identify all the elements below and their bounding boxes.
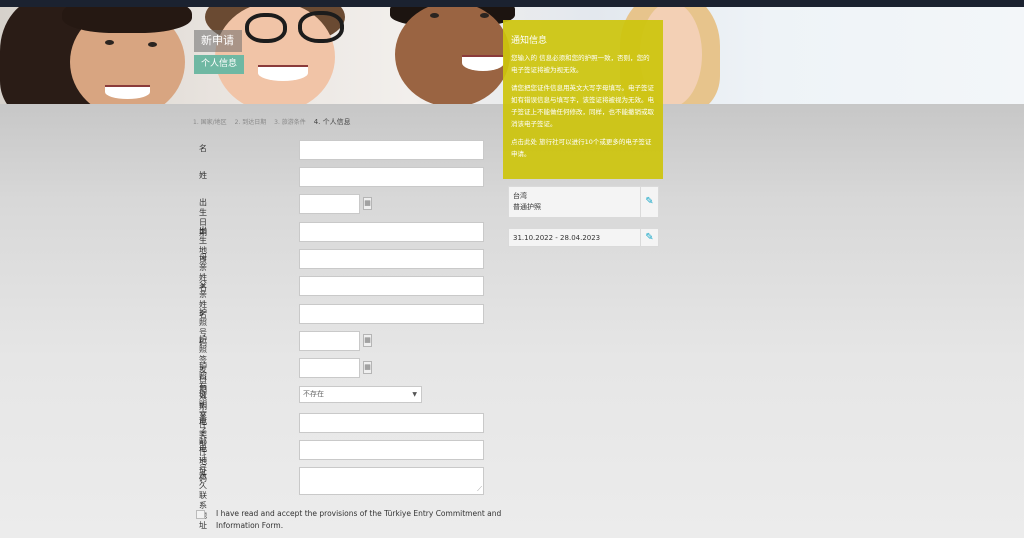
person-1-eye [148, 42, 157, 47]
document-type-select[interactable]: 不存在 ▼ [299, 386, 422, 403]
calendar-icon[interactable]: ▦ [363, 197, 372, 210]
notice-paragraph: 您输入的 信息必须和您的护照一致，否则，您的电子签证将被为视无效。 [511, 54, 650, 74]
calendar-icon[interactable]: ▦ [363, 361, 372, 374]
person-3-mouth [462, 55, 504, 71]
passport-expiry-input[interactable] [299, 358, 360, 378]
document-type-value: 不存在 [303, 390, 324, 398]
summary-date-range: 31.10.2022 - 28.04.2023 [513, 234, 601, 242]
top-bar [0, 0, 1024, 7]
passport-issue-date-input[interactable] [299, 331, 360, 351]
page-subtitle: 个人信息 [194, 55, 244, 74]
summary-card-country: 台湾 普通护照 ✎ [508, 186, 659, 218]
person-1-eye [105, 40, 114, 45]
step-personal-info: 4. 个人信息 [313, 118, 351, 126]
notice-paragraph: 请您把您证件信息用英文大写字母填写。电子签证如有错误信息与填写字，该签证将被视为… [511, 84, 654, 128]
chevron-down-icon: ▼ [412, 391, 417, 398]
summary-card-dates: 31.10.2022 - 28.04.2023 ✎ [508, 228, 659, 247]
step-country[interactable]: 1. 国家/地区 [193, 119, 227, 126]
breadcrumb: 1. 国家/地区 2. 到达日期 3. 旅游条件 4. 个人信息 [193, 117, 357, 127]
resize-handle-icon[interactable]: ⟋ [477, 485, 482, 494]
father-name-input[interactable] [299, 276, 484, 296]
birth-date-input[interactable] [299, 194, 360, 214]
birth-place-input[interactable] [299, 222, 484, 242]
person-2-mouth [258, 65, 308, 81]
phone-input[interactable] [299, 440, 484, 460]
calendar-icon[interactable]: ▦ [363, 334, 372, 347]
first-name-input[interactable] [299, 140, 484, 160]
last-name-input[interactable] [299, 167, 484, 187]
address-label: 永久联系地址 [199, 471, 207, 530]
summary-passport-type: 普通护照 [513, 203, 541, 211]
person-1-mouth [105, 85, 150, 99]
notice-title: 通知信息 [511, 36, 548, 46]
person-1-fringe [62, 7, 192, 33]
pencil-icon[interactable]: ✎ [640, 229, 658, 246]
email-input[interactable] [299, 413, 484, 433]
notice-link-paragraph[interactable]: 点击此处 旅行社可以进行10个或更多的电子签证申请。 [511, 136, 655, 160]
notice-panel: 通知信息 您输入的 信息必须和您的护照一致，否则，您的电子签证将被为视无效。 请… [503, 20, 663, 179]
mother-name-input[interactable] [299, 249, 484, 269]
agree-checkbox[interactable] [196, 510, 205, 519]
address-textarea[interactable]: ⟋ [299, 467, 484, 495]
agree-text: I have read and accept the provisions of… [216, 509, 502, 530]
step-travel-conditions[interactable]: 3. 旅游条件 [274, 119, 306, 126]
last-name-label: 姓 [199, 171, 207, 180]
passport-number-input[interactable] [299, 304, 484, 324]
person-3-eye [430, 13, 439, 18]
person-2-glasses [298, 11, 344, 43]
first-name-label: 名 [199, 144, 207, 153]
person-2-glasses [245, 13, 287, 43]
page-title: 新申请 [194, 30, 242, 52]
pencil-icon[interactable]: ✎ [640, 187, 658, 217]
step-arrival-date[interactable]: 2. 到达日期 [235, 119, 267, 126]
person-3-eye [480, 13, 489, 18]
summary-country: 台湾 [513, 192, 527, 200]
